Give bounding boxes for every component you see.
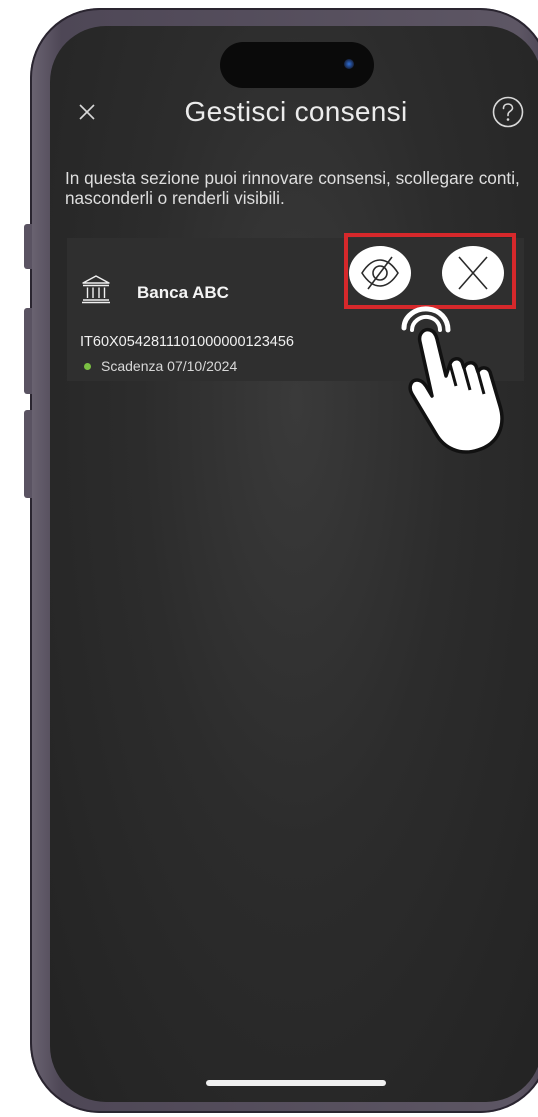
silent-switch <box>24 224 32 269</box>
close-icon <box>458 256 488 290</box>
camera-icon <box>344 59 354 69</box>
volume-up-button <box>24 308 32 394</box>
home-indicator[interactable] <box>206 1080 386 1086</box>
iban-text: IT60X0542811101000000123456 <box>80 334 294 350</box>
help-icon <box>492 96 524 128</box>
page-title: Gestisci consensi <box>184 96 408 127</box>
dynamic-island <box>220 42 374 88</box>
disconnect-account-button[interactable] <box>442 246 504 300</box>
eye-slash-icon <box>361 256 399 290</box>
help-button[interactable] <box>492 96 524 128</box>
bank-icon <box>80 273 112 305</box>
intro-text: In questa sezione puoi rinnovare consens… <box>65 168 520 208</box>
status-dot <box>84 363 91 370</box>
tap-gesture-icon <box>401 306 504 454</box>
bank-name: Banca ABC <box>137 283 229 302</box>
expiry-label: Scadenza 07/10/2024 <box>101 358 238 374</box>
hide-account-button[interactable] <box>349 246 411 300</box>
volume-down-button <box>24 410 32 498</box>
app-screen: Gestisci consensi In questa sezione puoi… <box>50 26 538 1102</box>
